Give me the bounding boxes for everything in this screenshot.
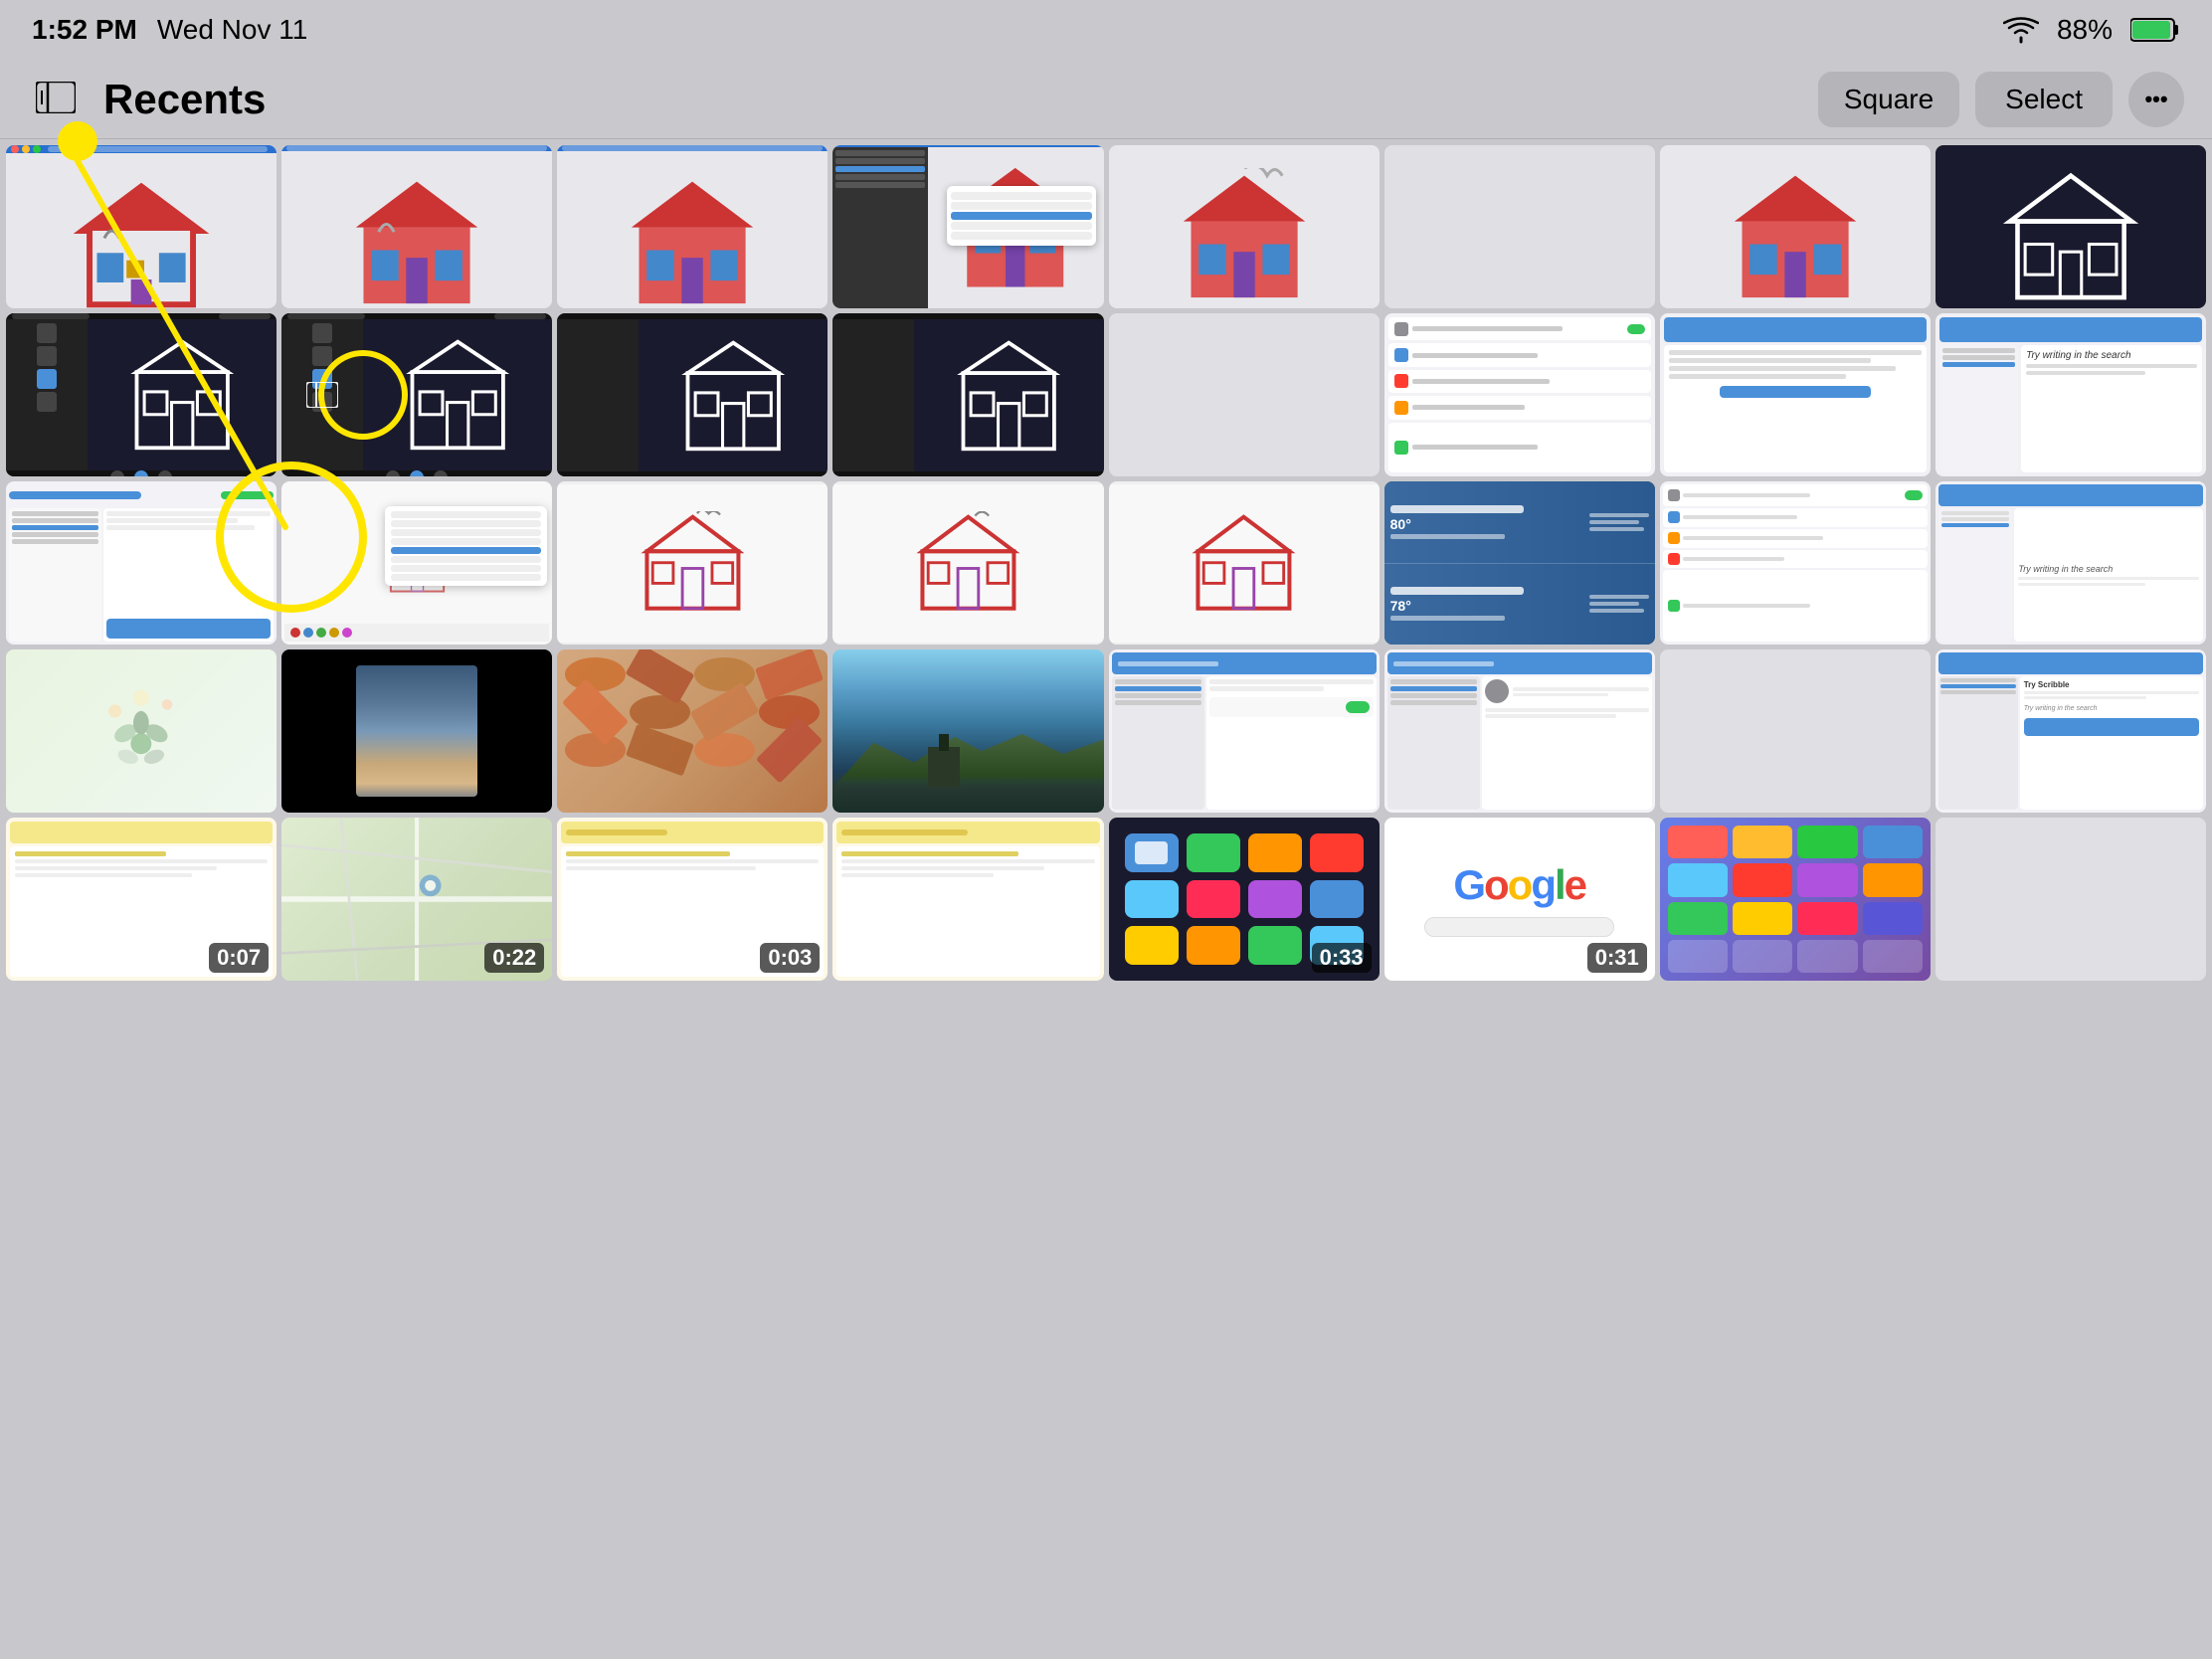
photo-item[interactable] [1109,649,1380,813]
photo-item[interactable] [1384,145,1655,308]
photo-item[interactable]: 0:33 [1109,818,1380,981]
photo-grid: Try writing in the search [0,139,2212,1659]
photo-item[interactable]: 0:22 [281,818,552,981]
photo-item[interactable]: Try writing in the search [1936,313,2206,476]
date-display: Wed Nov 11 [157,14,307,46]
battery-display: 88% [2057,14,2113,46]
photo-item[interactable] [832,313,1103,476]
duration-badge: 0:31 [1587,943,1647,973]
wifi-icon [2003,16,2039,44]
page-title: Recents [103,76,266,123]
photo-item[interactable] [1109,145,1380,308]
photo-item[interactable] [1660,649,1931,813]
photo-item[interactable] [557,481,828,645]
photo-item[interactable] [1936,818,2206,981]
photo-item[interactable]: Try writing in the search [1936,481,2206,645]
photo-item[interactable] [6,481,276,645]
photo-item[interactable] [832,145,1103,308]
more-button[interactable]: ••• [2128,72,2184,127]
photo-item[interactable]: 0:07 [6,818,276,981]
photo-item[interactable] [6,145,276,308]
sidebar-icon [36,82,76,113]
photo-item[interactable] [832,818,1103,981]
photo-item[interactable] [1660,481,1931,645]
photo-item[interactable] [281,649,552,813]
duration-badge: 0:07 [209,943,269,973]
photo-item[interactable] [832,481,1103,645]
photo-item[interactable] [1660,313,1931,476]
battery-icon [2130,17,2180,43]
photo-item[interactable] [281,145,552,308]
duration-badge: 0:03 [760,943,820,973]
sidebar-icon-inphoto [306,382,338,408]
duration-badge: 0:22 [484,943,544,973]
photo-item[interactable] [1660,818,1931,981]
photo-item[interactable] [1936,145,2206,308]
photo-item[interactable] [6,313,276,476]
photo-item[interactable] [1384,313,1655,476]
google-logo: Google [1453,861,1585,909]
photo-item[interactable]: Google 0:31 [1384,818,1655,981]
photo-item[interactable] [832,649,1103,813]
select-button[interactable]: Select [1975,72,2113,127]
photo-item[interactable] [6,649,276,813]
photo-item[interactable]: 80° 78° [1384,481,1655,645]
time-display: 1:52 PM [32,14,137,46]
photo-item[interactable]: 0:03 [557,818,828,981]
photo-item[interactable] [557,313,828,476]
nav-bar: Recents Square Select ••• [0,60,2212,139]
square-button[interactable]: Square [1818,72,1959,127]
photo-item[interactable] [281,481,552,645]
photo-item[interactable] [1660,145,1931,308]
status-bar: 1:52 PM Wed Nov 11 88% [0,0,2212,60]
duration-badge: 0:33 [1312,943,1372,973]
photo-item[interactable] [1109,481,1380,645]
sidebar-toggle-button[interactable] [28,74,84,124]
photo-item[interactable] [1109,313,1380,476]
photo-item[interactable] [557,649,828,813]
photo-item[interactable] [1384,649,1655,813]
photo-item-highlighted[interactable] [281,313,552,476]
photo-item[interactable]: Try Scribble Try writing in the search [1936,649,2206,813]
photo-item[interactable] [557,145,828,308]
